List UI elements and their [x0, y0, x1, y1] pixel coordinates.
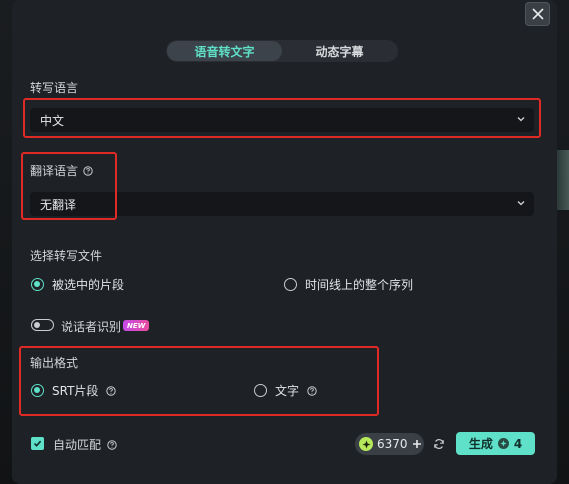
- radio-srt[interactable]: SRT片段: [31, 382, 117, 399]
- check-icon: [33, 440, 42, 447]
- speech-to-text-dialog: [12, 0, 557, 484]
- radio-button[interactable]: [254, 384, 267, 397]
- radio-label: 时间线上的整个序列: [305, 278, 414, 292]
- chevron-down-icon: [517, 201, 525, 206]
- refresh-icon[interactable]: [433, 438, 445, 450]
- speaker-recognition-toggle[interactable]: [31, 319, 54, 331]
- radio-entire-sequence[interactable]: 时间线上的整个序列: [284, 276, 413, 293]
- credits-value: 6370: [377, 437, 408, 451]
- auto-match-checkbox[interactable]: [31, 437, 44, 450]
- coin-icon: [497, 438, 509, 449]
- mode-tabs: 语音转文字 动态字幕: [166, 40, 398, 62]
- auto-match-label: 自动匹配: [53, 438, 102, 452]
- translation-language-label-row: 翻译语言: [30, 162, 93, 179]
- credits-balance[interactable]: 6370: [355, 433, 424, 455]
- transcription-language-value: 中文: [40, 113, 65, 128]
- radio-label: 文字: [275, 384, 300, 398]
- output-format-label: 输出格式: [30, 356, 79, 370]
- plus-icon[interactable]: [412, 439, 422, 449]
- new-badge: NEW: [123, 320, 150, 331]
- chevron-down-icon: [517, 117, 525, 122]
- auto-match-row: 自动匹配: [53, 436, 117, 453]
- radio-button[interactable]: [284, 278, 297, 291]
- translation-language-select[interactable]: 无翻译: [30, 192, 534, 216]
- radio-button[interactable]: [31, 384, 44, 397]
- generate-cost: 4: [513, 436, 523, 451]
- radio-label: 被选中的片段: [52, 278, 125, 292]
- transcription-language-label: 转写语言: [30, 81, 79, 95]
- generate-label: 生成: [468, 437, 493, 451]
- close-button[interactable]: [525, 2, 550, 26]
- tab-dynamic-subtitles[interactable]: 动态字幕: [282, 41, 397, 61]
- translation-language-label: 翻译语言: [30, 164, 79, 178]
- generate-button[interactable]: 生成 4: [456, 432, 535, 455]
- help-icon[interactable]: [107, 439, 117, 450]
- radio-label: SRT片段: [52, 384, 99, 398]
- coin-icon: [359, 437, 373, 451]
- help-icon[interactable]: [307, 385, 317, 396]
- transcribe-file-label: 选择转写文件: [30, 249, 103, 263]
- help-icon[interactable]: [83, 165, 93, 176]
- background-video-strip: [555, 150, 569, 210]
- tab-speech-to-text[interactable]: 语音转文字: [167, 41, 282, 61]
- close-icon: [531, 8, 544, 20]
- radio-selected-clip[interactable]: 被选中的片段: [31, 276, 124, 293]
- translation-language-value: 无翻译: [40, 197, 77, 212]
- help-icon[interactable]: [106, 385, 117, 396]
- radio-text[interactable]: 文字: [254, 382, 317, 399]
- radio-button[interactable]: [31, 278, 44, 291]
- speaker-recognition-label: 说话者识别: [61, 320, 122, 334]
- transcription-language-select[interactable]: 中文: [30, 108, 534, 132]
